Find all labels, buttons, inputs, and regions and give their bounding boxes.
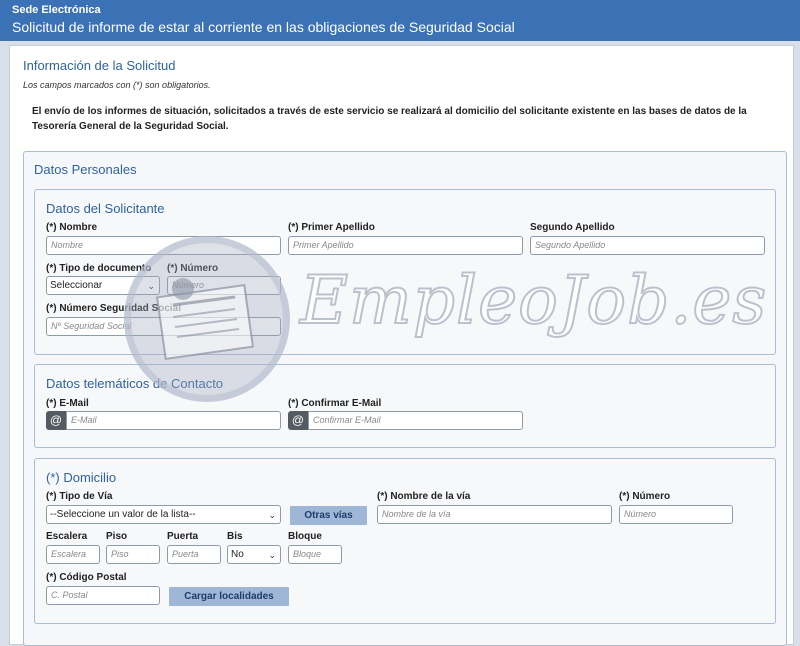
codigo-postal-input[interactable]: C. Postal [46,586,160,605]
bloque-input[interactable]: Bloque [288,545,342,564]
codigo-postal-label: (*) Código Postal [46,572,127,583]
personal-data-title: Datos Personales [34,162,137,177]
segundo-apellido-input[interactable]: Segundo Apellido [530,236,765,255]
primer-apellido-input[interactable]: Primer Apellido [288,236,523,255]
header-title: Solicitud de informe de estar al corrien… [12,19,515,35]
at-sign-icon: @ [46,411,66,430]
piso-input[interactable]: Piso [106,545,160,564]
info-heading: Información de la Solicitud [23,58,176,73]
tipo-via-select[interactable]: --Seleccione un valor de la lista-- ⌄ [46,505,281,524]
required-note: Los campos marcados con (*) son obligato… [23,80,211,90]
newspaper-icon [155,278,255,360]
tipo-via-value: --Seleccione un valor de la lista-- [50,509,196,520]
confirm-email-label: (*) Confirmar E-Mail [288,398,382,409]
bis-label: Bis [227,531,243,542]
confirm-email-input[interactable]: Confirmar E-Mail [308,411,523,430]
bloque-label: Bloque [288,531,322,542]
bis-value: No [231,549,244,560]
puerta-label: Puerta [167,531,199,542]
escalera-input[interactable]: Escalera [46,545,100,564]
address-panel: (*) Domicilio (*) Tipo de Vía --Seleccio… [34,458,776,624]
numero-via-label: (*) Número [619,491,671,502]
primer-apellido-label: (*) Primer Apellido [288,222,375,233]
tipo-documento-value: Seleccionar [50,280,103,291]
at-sign-icon: @ [288,411,308,430]
watermark-text: EmpleoJob.es [299,261,768,340]
address-title: (*) Domicilio [46,470,117,485]
numero-via-input[interactable]: Número [619,505,733,524]
piso-label: Piso [106,531,128,542]
escalera-label: Escalera [46,531,88,542]
tipo-via-label: (*) Tipo de Vía [46,491,113,502]
cargar-localidades-button[interactable]: Cargar localidades [169,587,289,606]
otras-vias-button[interactable]: Otras vías [290,506,367,525]
nombre-via-input[interactable]: Nombre de la vía [377,505,612,524]
chevron-down-icon: ⌄ [268,550,276,560]
puerta-input[interactable]: Puerta [167,545,221,564]
personal-data-panel: Datos Personales Datos del Solicitante (… [23,151,787,646]
watermark-logo [124,236,290,402]
nombre-via-label: (*) Nombre de la vía [377,491,471,502]
email-label: (*) E-Mail [46,398,89,409]
segundo-apellido-label: Segundo Apellido [530,222,615,233]
form-page: Información de la Solicitud Los campos m… [9,45,794,646]
chevron-down-icon: ⌄ [268,510,276,520]
bis-select[interactable]: No ⌄ [227,545,281,564]
applicant-title: Datos del Solicitante [46,201,165,216]
email-input[interactable]: E-Mail [66,411,281,430]
header-brand: Sede Electrónica [12,4,101,16]
delivery-notice: El envío de los informes de situación, s… [32,106,747,132]
nombre-label: (*) Nombre [46,222,98,233]
top-header-bar: Sede Electrónica Solicitud de informe de… [0,0,800,41]
